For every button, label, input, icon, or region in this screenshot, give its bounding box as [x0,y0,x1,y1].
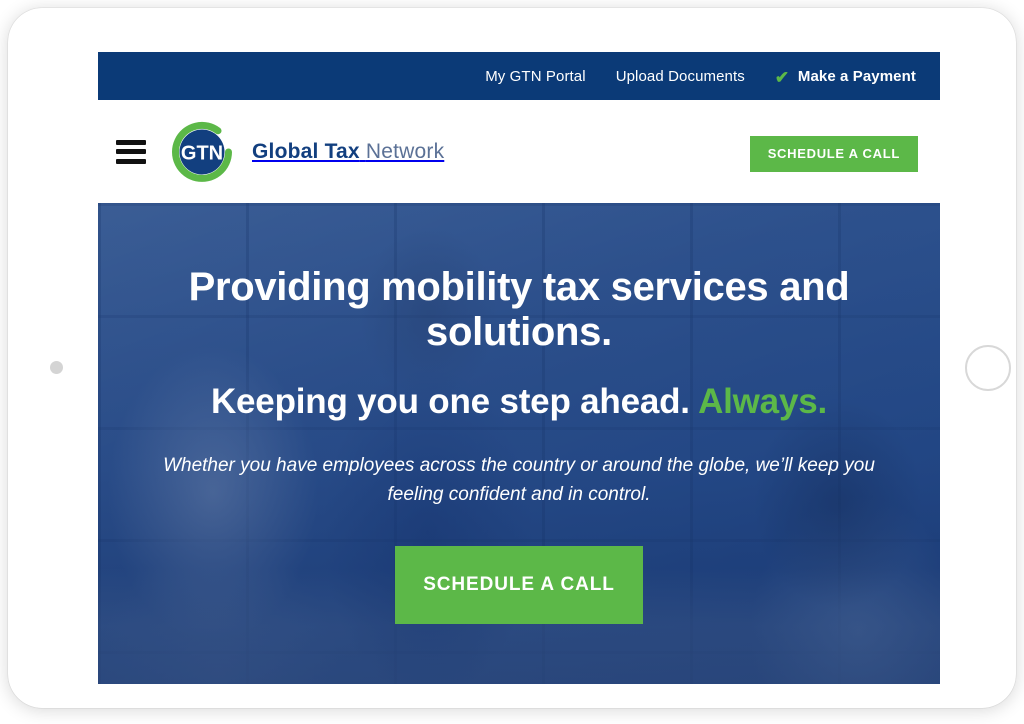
hero-subheadline: Keeping you one step ahead. Always. [211,381,827,423]
screenshot-stage: My GTN Portal Upload Documents ✔ Make a … [0,0,1024,724]
site-header: GTN Global Tax Network SCHEDULE A CALL [98,100,940,203]
hero-body-text: Whether you have employees across the co… [163,454,875,506]
brand-wordmark-bold: Global Tax [252,139,360,163]
svg-text:GTN: GTN [181,142,223,164]
hero-section: Providing mobility tax services and solu… [98,203,940,684]
check-icon: ✔ [774,67,790,87]
tablet-device-frame: My GTN Portal Upload Documents ✔ Make a … [8,8,1016,708]
camera-dot-icon [50,361,63,374]
nav-link-make-a-payment[interactable]: ✔ Make a Payment [774,67,916,87]
hero-subheadline-accent: Always. [698,381,828,421]
nav-link-make-a-payment-label: Make a Payment [797,67,916,85]
nav-link-my-gtn-portal[interactable]: My GTN Portal [485,69,585,84]
header-schedule-a-call-button[interactable]: SCHEDULE A CALL [749,136,918,172]
hamburger-bar [116,158,146,164]
hamburger-bar [116,139,146,145]
brand-wordmark-light: Network [365,139,445,163]
nav-link-upload-documents[interactable]: Upload Documents [616,69,745,84]
hero-headline: Providing mobility tax services and solu… [188,265,850,354]
browser-viewport: My GTN Portal Upload Documents ✔ Make a … [98,52,940,684]
site-logo[interactable]: GTN Global Tax Network [166,116,444,188]
hero-subheadline-main: Keeping you one step ahead. [210,381,699,421]
utility-nav-bar: My GTN Portal Upload Documents ✔ Make a … [98,52,940,100]
home-button-icon[interactable] [965,345,1011,391]
gtn-logo-icon: GTN [166,116,238,188]
brand-wordmark: Global Tax Network [252,140,444,164]
hero-schedule-a-call-button[interactable]: SCHEDULE A CALL [395,546,643,625]
hero-content: Providing mobility tax services and solu… [98,203,940,684]
hamburger-icon[interactable] [116,139,146,164]
hamburger-bar [116,149,146,154]
